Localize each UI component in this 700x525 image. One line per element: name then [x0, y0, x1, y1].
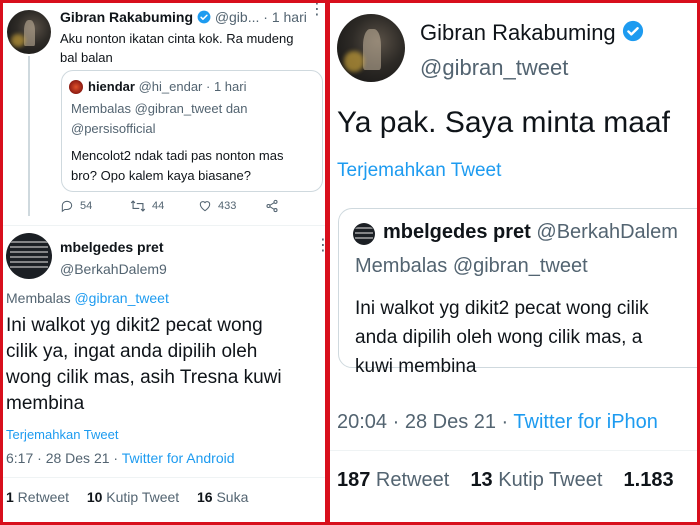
- tweet-source-link[interactable]: Twitter for Android: [122, 450, 235, 466]
- quoted-tweet-card[interactable]: mbelgedes pret @BerkahDalem Membalas @gi…: [338, 208, 697, 377]
- retweet-count: 44: [152, 200, 165, 212]
- retweet-icon: [130, 199, 146, 213]
- quoted-tweet-text: Mencolot2 ndak tadi pas nonton mas bro? …: [71, 148, 284, 183]
- tweet-text: Ya pak. Saya minta maaf: [337, 106, 670, 139]
- mbelgedes-avatar[interactable]: [6, 233, 52, 279]
- more-options-icon[interactable]: ⋮: [309, 3, 325, 18]
- quoted-author-name: mbelgedes pret: [383, 221, 531, 243]
- reply-button[interactable]: 54: [60, 199, 92, 213]
- quoted-tweet-card[interactable]: hiendar @hi_endar · 1 hari Membalas @gib…: [61, 70, 323, 192]
- quoted-author-name: hiendar: [88, 79, 135, 94]
- likes-stat[interactable]: 16 Suka: [197, 489, 248, 505]
- tweet-timestamp: 20:04 · 28 Des 21 · Twitter for iPhon: [337, 411, 658, 433]
- tweet-source-link[interactable]: Twitter for iPhon: [513, 411, 658, 433]
- mbelgedes-avatar-icon: [353, 223, 375, 245]
- reply-count: 54: [80, 200, 93, 212]
- quote-tweets-stat[interactable]: 10 Kutip Tweet: [87, 489, 179, 505]
- like-count: 433: [218, 200, 237, 212]
- share-button[interactable]: [265, 199, 279, 213]
- share-icon: [265, 199, 279, 213]
- hiendar-avatar-icon: [69, 80, 83, 94]
- tweet-text: Ini walkot yg dikit2 pecat wong cilik ya…: [6, 315, 282, 414]
- reply-context: Membalas @gibran_tweet: [6, 290, 169, 306]
- quoted-author-handle: @hi_endar: [138, 79, 203, 94]
- translate-tweet-link[interactable]: Terjemahkan Tweet: [337, 160, 501, 182]
- verified-badge-icon: [622, 20, 644, 48]
- retweets-stat[interactable]: 1 Retweet: [6, 489, 69, 505]
- thread-connector-line: [28, 56, 30, 216]
- author-name[interactable]: mbelgedes pret: [60, 239, 163, 255]
- quoted-reply-context: Membalas @gibran_tweet: [355, 255, 588, 277]
- likes-stat[interactable]: 1.183: [624, 469, 674, 491]
- reply-icon: [60, 199, 74, 213]
- author-handle[interactable]: @gib...: [215, 9, 260, 25]
- quoted-tweet-time: · 1 hari: [206, 79, 247, 94]
- quote-tweets-stat[interactable]: 13 Kutip Tweet: [470, 469, 602, 491]
- author-handle[interactable]: @BerkahDalem9: [60, 261, 167, 277]
- stats-divider: [3, 477, 325, 478]
- quoted-author-handle: @BerkahDalem: [536, 221, 678, 243]
- stats-divider: [330, 450, 697, 451]
- gibran-avatar[interactable]: [337, 14, 405, 82]
- heart-icon: [198, 199, 212, 213]
- reply-mention-link[interactable]: @gibran_tweet: [74, 290, 168, 306]
- like-button[interactable]: 433: [198, 199, 236, 213]
- right-screenshot-panel: Gibran Rakabuming @gibran_tweet Ya pak. …: [330, 3, 697, 522]
- retweet-button[interactable]: 44: [130, 199, 164, 213]
- quoted-reply-context: Membalas @gibran_tweet dan @persisoffici…: [71, 101, 248, 136]
- author-handle[interactable]: @gibran_tweet: [420, 55, 568, 81]
- gibran-avatar[interactable]: [7, 10, 51, 54]
- tweet-divider: [3, 225, 325, 226]
- tweet-timestamp: 6:17 · 28 Des 21 · Twitter for Android: [6, 450, 235, 466]
- retweets-stat[interactable]: 187 Retweet: [337, 469, 449, 491]
- left-screenshot-panel: Gibran Rakabuming @gib... · 1 hari ⋮ Aku…: [3, 3, 325, 522]
- tweet-time[interactable]: · 1 hari: [263, 9, 307, 25]
- author-name[interactable]: Gibran Rakabuming: [60, 9, 193, 25]
- tweet-engagement-stats: 187 Retweet 13 Kutip Tweet 1.183: [337, 469, 674, 492]
- quoted-tweet-text: Ini walkot yg dikit2 pecat wong cilik an…: [355, 298, 649, 377]
- verified-badge-icon: [197, 10, 211, 27]
- tweet-text: Aku nonton ikatan cinta kok. Ra mudeng b…: [60, 31, 294, 65]
- tweet-engagement-stats: 1 Retweet 10 Kutip Tweet 16 Suka: [6, 489, 248, 505]
- translate-tweet-link[interactable]: Terjemahkan Tweet: [6, 427, 119, 442]
- author-name[interactable]: Gibran Rakabuming: [420, 20, 616, 45]
- more-options-icon[interactable]: ⋮: [315, 238, 325, 254]
